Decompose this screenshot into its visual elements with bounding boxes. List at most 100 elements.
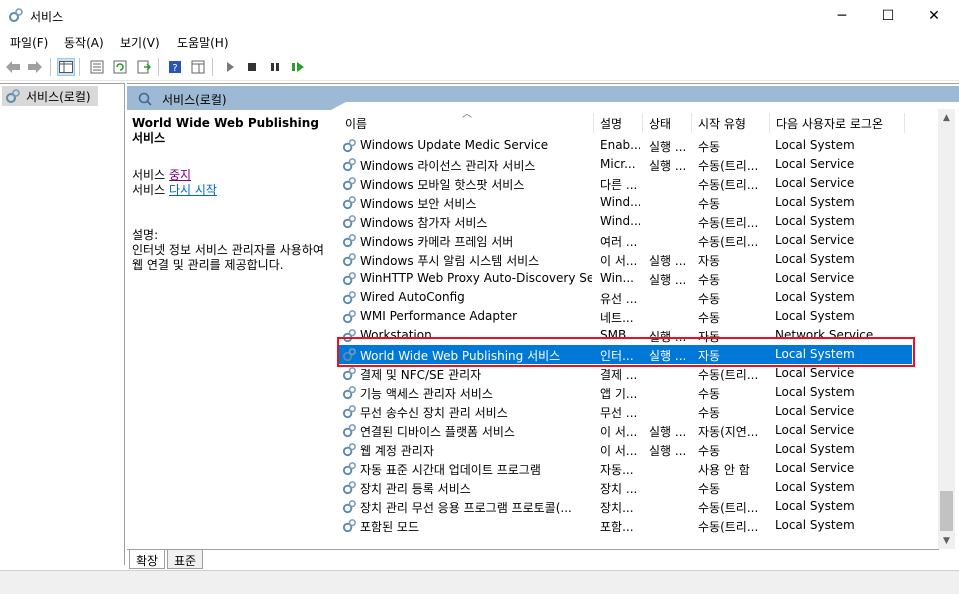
service-logon-as: Local Service [775,271,855,285]
menu-file[interactable]: 파일(F) [10,34,48,51]
service-row[interactable]: Windows 라이선스 관리자 서비스 Micr... 실행 ... 수동(트리..… [338,155,912,174]
service-row[interactable]: 웹 계정 관리자 이 서... 실행 ... 수동 Local System [338,440,912,459]
close-button[interactable]: ✕ [911,0,957,31]
back-icon[interactable] [4,58,22,76]
column-header-name[interactable]: 이름 [345,115,367,132]
service-logon-as: Local System [775,442,855,456]
column-separator[interactable] [904,113,905,133]
service-row[interactable]: 무선 송수신 장치 관리 서비스 무선 ... 수동 Local Service [338,402,912,421]
search-gear-icon [138,92,152,106]
service-row[interactable]: Wired AutoConfig 유선 ... 수동 Local System [338,288,912,307]
service-startup-type: 자동(지연... [698,425,759,439]
column-header-desc[interactable]: 설명 [600,115,622,132]
service-logon-as: Local Service [775,366,855,380]
service-row[interactable]: Workstation SMB... 실행 ... 자동 Network Service [338,326,912,345]
restart-service-icon[interactable] [289,58,307,76]
service-row[interactable]: Windows 참가자 서비스 Wind... 수동(트리... Local Syst… [338,212,912,231]
menu-action[interactable]: 동작(A) [64,34,104,51]
menu-view[interactable]: 보기(V) [120,34,160,51]
menu-help[interactable]: 도움말(H) [177,34,229,51]
service-name: 무선 송수신 장치 관리 서비스 [360,406,508,420]
service-startup-type: 사용 안 함 [698,463,750,477]
tree-node-label: 서비스(로컬) [26,89,91,104]
show-tree-icon[interactable] [57,58,75,76]
pause-service-icon[interactable] [266,58,284,76]
service-startup-type: 수동(트리... [698,178,759,192]
service-gear-icon [342,215,356,229]
stop-service-icon[interactable] [243,58,261,76]
service-row[interactable]: Windows 카메라 프레임 서버 여러 ... 수동(트리... Local Se… [338,231,912,250]
maximize-button[interactable]: ☐ [865,0,911,31]
service-description: Micr... [600,157,636,171]
stop-line: 서비스 중지 [132,168,332,183]
tree-node-services-local[interactable]: 서비스(로컬) [2,86,98,106]
service-details: World Wide Web Publishing 서비스 서비스 중지 서비스… [132,116,332,273]
tab-extended[interactable]: 확장 [129,550,166,569]
service-description: 장치... [600,501,634,515]
start-service-icon[interactable] [221,58,239,76]
services-gear-icon [6,89,20,103]
column-header-logon[interactable]: 다음 사용자로 로그온 [776,115,883,132]
scroll-thumb[interactable] [940,491,953,531]
service-gear-icon [342,405,356,419]
service-status: 실행 ... [649,140,687,154]
service-row[interactable]: 자동 표준 시간대 업데이트 프로그램 자동... 사용 안 함 Local Serv… [338,459,912,478]
service-description: Wind... [600,214,640,228]
export-icon[interactable] [135,58,153,76]
show-action-pane-icon[interactable] [189,58,207,76]
service-row[interactable]: 연결된 디바이스 플랫폼 서비스 이 서... 실행 ... 자동(지연... Loca… [338,421,912,440]
column-header-status[interactable]: 상태 [649,115,671,132]
column-separator[interactable] [642,113,643,133]
service-name: 장치 관리 등록 서비스 [360,482,471,496]
service-status: 실행 ... [649,444,687,458]
vertical-scrollbar[interactable]: ▲ ▼ [938,109,955,549]
service-name: Windows 라이선스 관리자 서비스 [360,159,536,173]
service-logon-as: Local Service [775,404,855,418]
service-row[interactable]: Windows 푸시 알림 시스템 서비스 이 서... 실행 ... 자동 Local… [338,250,912,269]
service-description: 네트... [600,311,634,325]
service-row[interactable]: 포함된 모드 포함... 수동(트리... Local System [338,516,912,535]
service-startup-type: 수동(트리... [698,216,759,230]
service-status: 실행 ... [649,349,687,363]
restart-service-link[interactable]: 다시 시작 [169,183,217,197]
help-icon[interactable]: ? [166,58,184,76]
service-status: 실행 ... [649,159,687,173]
column-separator[interactable] [593,113,594,133]
service-row[interactable]: 결제 및 NFC/SE 관리자 결제 ... 수동(트리... Local Servi… [338,364,912,383]
service-row[interactable]: WMI Performance Adapter 네트... 수동 Local Syst… [338,307,912,326]
minimize-button[interactable]: ─ [819,0,865,31]
service-row[interactable]: Windows 보안 서비스 Wind... 수동 Local System [338,193,912,212]
scroll-down-icon[interactable]: ▼ [938,532,955,549]
service-logon-as: Local Service [775,461,855,475]
service-row[interactable]: Windows Update Medic Service Enab... 실행 ..… [338,136,912,155]
service-row[interactable]: 장치 관리 등록 서비스 장치 ... 수동 Local System [338,478,912,497]
properties-icon[interactable] [88,58,106,76]
restart-line: 서비스 다시 시작 [132,183,332,198]
service-gear-icon [342,196,356,210]
service-name: WMI Performance Adapter [360,309,518,323]
service-gear-icon [342,272,356,286]
service-row[interactable]: World Wide Web Publishing 서비스 인터... 실행 ...… [338,345,912,364]
service-gear-icon [342,139,356,153]
service-row[interactable]: Windows 모바일 핫스팟 서비스 다른 ... 수동(트리... Local S… [338,174,912,193]
title-bar: 서비스 ─ ☐ ✕ [0,0,959,31]
service-startup-type: 자동 [698,330,721,344]
service-row[interactable]: WinHTTP Web Proxy Auto-Discovery Ser... W… [338,269,912,288]
service-name: Wired AutoConfig [360,290,465,304]
stop-service-link[interactable]: 중지 [169,168,191,182]
service-startup-type: 수동(트리... [698,368,759,382]
service-title: World Wide Web Publishing 서비스 [132,116,319,145]
column-separator[interactable] [691,113,692,133]
scroll-up-icon[interactable]: ▲ [938,109,955,126]
forward-icon[interactable] [26,58,44,76]
service-description: 다른 ... [600,178,638,192]
service-row[interactable]: 장치 관리 무선 응용 프로그램 프로토콜(... 장치... 수동(트리... Lo… [338,497,912,516]
view-tabs: 확장 표준 [127,549,939,569]
service-description: 인터... [600,349,634,363]
tab-standard[interactable]: 표준 [167,550,204,569]
column-separator[interactable] [769,113,770,133]
service-gear-icon [342,519,356,533]
service-row[interactable]: 기능 액세스 관리자 서비스 앱 기... 수동 Local System [338,383,912,402]
refresh-icon[interactable] [111,58,129,76]
column-header-startup[interactable]: 시작 유형 [698,115,746,132]
